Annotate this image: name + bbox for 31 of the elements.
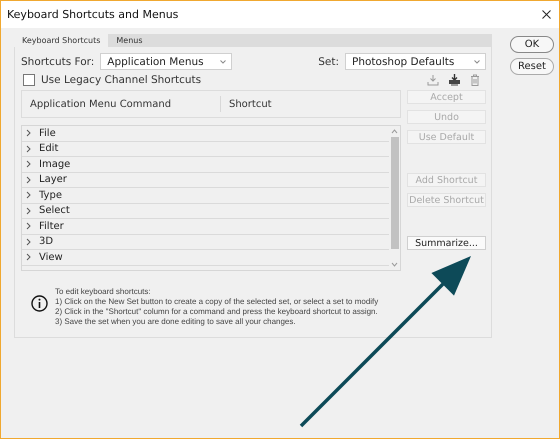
menu-item[interactable]: Select [39,205,70,216]
menu-item[interactable]: File [39,128,56,139]
caret-icon [220,60,226,64]
menu-item[interactable]: Edit [39,143,58,154]
instruction-text: To edit keyboard shortcuts: [55,287,152,297]
set-label: Set: [318,56,339,68]
menu-item[interactable]: Type [39,190,62,201]
menu-item[interactable]: Filter [39,220,64,232]
window-title: Keyboard Shortcuts and Menus [7,8,178,21]
info-icon [31,295,48,312]
menu-item[interactable]: Layer [39,174,67,186]
instruction-text: 3) Save the set when you are done editing to save all your changes. [55,317,297,327]
dialog-button[interactable]: Reset [510,58,554,75]
shortcuts-for-dropdown[interactable]: Application Menus [100,53,232,70]
instruction-text: 1) Click on the New Set button to create a copy of the selected set, or select a set to modify [55,297,378,307]
menu-item[interactable]: View [39,252,63,263]
menu-item[interactable]: Image [39,158,70,170]
set-dropdown[interactable]: Photoshop Defaults [345,53,486,70]
caret-icon [474,60,480,64]
new-set-icon[interactable] [448,74,461,86]
shortcuts-for-label: Shortcuts For: [21,56,94,68]
checkbox-label: Use Legacy Channel Shortcuts [41,74,202,86]
menu-item[interactable]: 3D [39,236,54,248]
column-header: Application Menu Command [30,98,172,110]
instruction-text: 2) Click in the "Shortcut" column for a command and press the keyboard shortcut to assign. [55,307,378,317]
tab[interactable]: Keyboard Shortcuts [14,34,108,47]
close-icon[interactable] [542,10,551,19]
dialog-button[interactable]: OK [510,36,554,53]
action-button[interactable]: Summarize... [407,236,486,250]
column-header: Shortcut [229,98,272,110]
checkbox[interactable] [23,74,35,86]
